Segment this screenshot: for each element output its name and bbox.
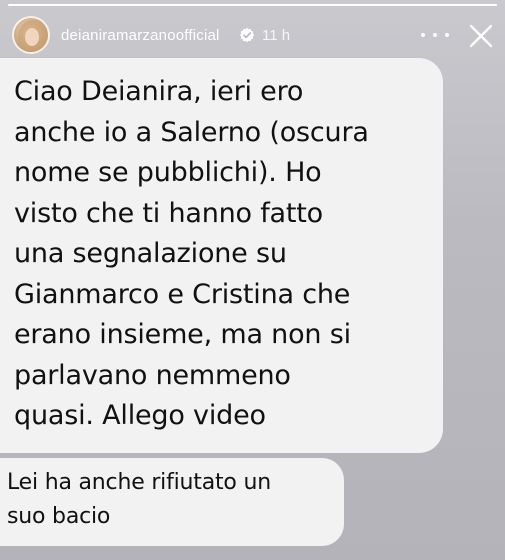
close-icon[interactable] (466, 21, 496, 51)
verified-icon (239, 27, 255, 43)
story-progress-bar (8, 4, 497, 6)
avatar-face (25, 28, 39, 46)
message-bubble: Ciao Deianira, ieri ero anche io a Saler… (0, 58, 443, 453)
story-header: deianiramarzanoofficial 11 h (0, 10, 505, 62)
username[interactable]: deianiramarzanoofficial (61, 27, 220, 44)
message-text: Ciao Deianira, ieri ero anche io a Saler… (14, 76, 369, 431)
message-bubble: Lei ha anche rifiutato un suo bacio (0, 458, 344, 546)
story-progress-fill (8, 4, 497, 6)
dot-icon (445, 33, 449, 37)
dot-icon (421, 33, 425, 37)
timestamp: 11 h (262, 27, 291, 44)
dot-icon (433, 33, 437, 37)
avatar[interactable] (12, 16, 50, 54)
message-text: Lei ha anche rifiutato un suo bacio (7, 470, 271, 529)
more-options-icon[interactable] (421, 24, 449, 46)
